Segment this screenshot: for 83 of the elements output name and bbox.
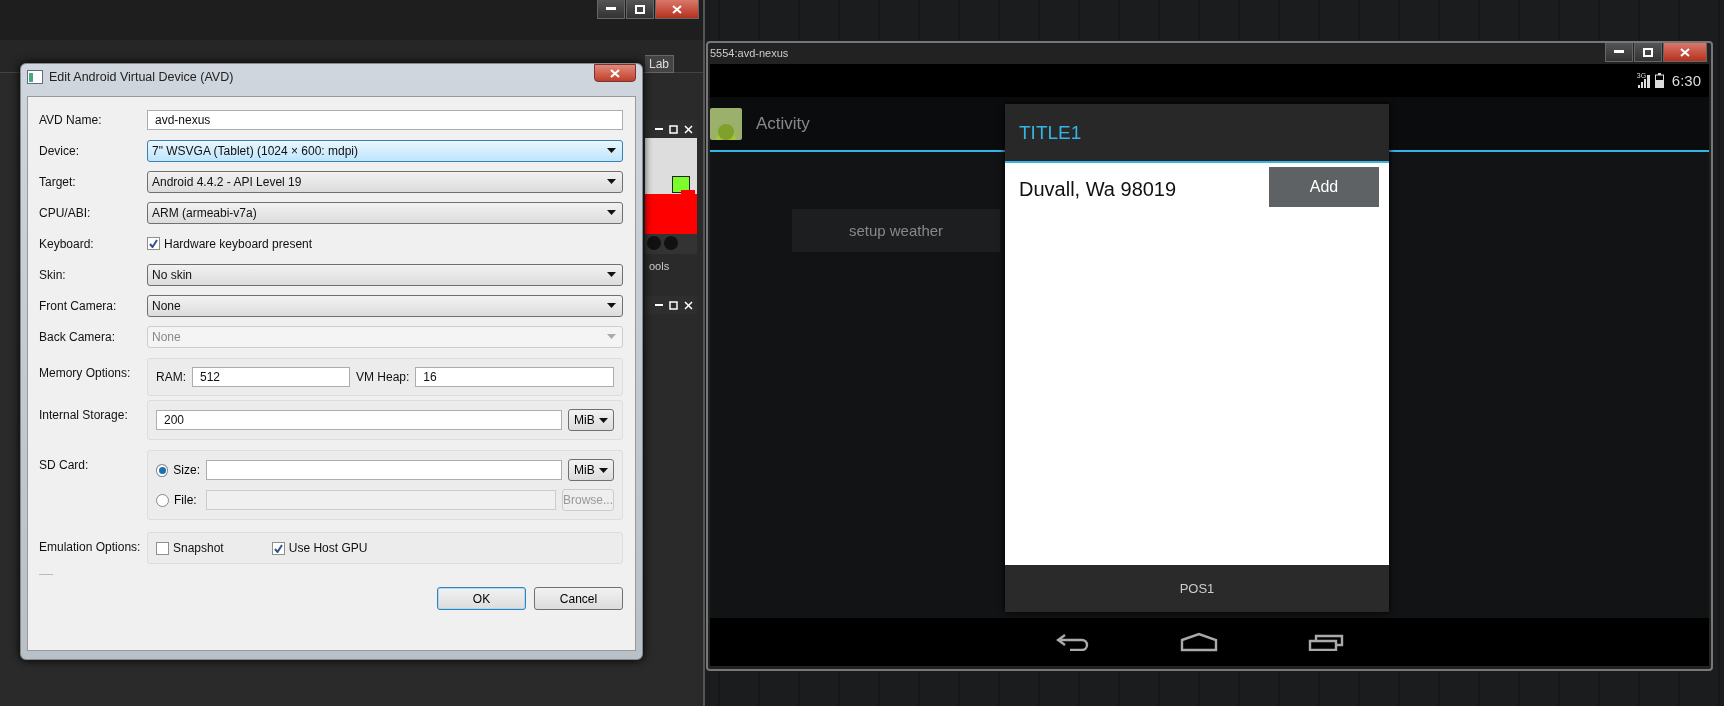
positive-button[interactable]: POS1 bbox=[1005, 565, 1389, 612]
minimize-button[interactable] bbox=[597, 0, 625, 19]
dropdown[interactable]: ARM (armeabi-v7a) bbox=[147, 201, 623, 224]
home-icon[interactable] bbox=[1180, 632, 1218, 652]
field-label: VM Heap: bbox=[356, 370, 410, 384]
field-label: Skin: bbox=[39, 267, 67, 282]
field-label: AVD Name: bbox=[39, 112, 103, 127]
battery-icon bbox=[1654, 73, 1664, 88]
dropdown[interactable]: No skin bbox=[147, 263, 623, 286]
checkbox[interactable]: Use Host GPU bbox=[271, 541, 368, 555]
color-preview bbox=[645, 194, 697, 234]
close-icon bbox=[672, 4, 682, 14]
close-button[interactable] bbox=[594, 64, 636, 82]
heap-field[interactable]: 16 bbox=[415, 367, 614, 387]
checkmark-icon bbox=[149, 239, 158, 248]
field-label: Keyboard: bbox=[39, 236, 95, 251]
checkmark-icon bbox=[273, 543, 283, 553]
dialog-button[interactable]: Cancel bbox=[534, 587, 623, 610]
dialog-button[interactable]: OK bbox=[437, 587, 526, 610]
caret-icon bbox=[607, 334, 616, 339]
close-icon bbox=[1680, 47, 1690, 57]
maximize-icon[interactable] bbox=[669, 300, 678, 310]
maximize-button[interactable] bbox=[1634, 43, 1662, 62]
storage-field[interactable]: 200 bbox=[156, 410, 562, 430]
ram-field[interactable]: 512 bbox=[192, 367, 350, 387]
group-label: Emulation Options: bbox=[39, 539, 142, 554]
recents-icon[interactable] bbox=[1308, 633, 1344, 651]
maximize-icon[interactable] bbox=[669, 124, 678, 134]
minimize-button[interactable] bbox=[1605, 43, 1633, 62]
group-label: SD Card: bbox=[39, 457, 90, 472]
field-label: RAM: bbox=[156, 370, 186, 384]
panel-label: ools bbox=[648, 259, 670, 272]
setup-button[interactable]: setup weather bbox=[792, 209, 1000, 252]
unit-dropdown[interactable]: MiB bbox=[568, 409, 614, 431]
toolbar-button[interactable]: Lab bbox=[645, 55, 675, 73]
dropdown[interactable]: Android 4.4.2 - API Level 19 bbox=[147, 170, 623, 193]
color-swatches[interactable] bbox=[645, 138, 697, 194]
minimize-icon bbox=[606, 7, 616, 11]
screen-title: Activity bbox=[756, 113, 810, 134]
close-button[interactable] bbox=[655, 0, 699, 19]
dropdown[interactable]: 7" WSVGA (Tablet) (1024 × 600: mdpi) bbox=[147, 139, 623, 162]
close-button[interactable] bbox=[1663, 43, 1707, 62]
maximize-icon bbox=[635, 4, 645, 14]
caret-icon bbox=[599, 467, 608, 473]
radio-button[interactable]: File: bbox=[156, 493, 200, 507]
field-label: Back Camera: bbox=[39, 329, 117, 344]
field-label: Device: bbox=[39, 143, 80, 158]
checkbox[interactable]: Hardware keyboard present bbox=[147, 236, 313, 251]
window-title: 5554:avd-nexus bbox=[709, 46, 789, 59]
maximize-icon bbox=[1643, 47, 1653, 57]
size-field[interactable] bbox=[206, 460, 562, 480]
dropdown[interactable]: None bbox=[147, 294, 623, 317]
app-icon[interactable] bbox=[710, 107, 742, 140]
field-label: CPU/ABI: bbox=[39, 205, 92, 220]
minimize-icon bbox=[1614, 50, 1624, 54]
file-field[interactable] bbox=[206, 490, 556, 510]
unit-dropdown[interactable]: MiB bbox=[568, 459, 614, 481]
field-label: Front Camera: bbox=[39, 298, 118, 313]
window-title: Edit Android Virtual Device (AVD) bbox=[49, 70, 234, 84]
minimize-icon[interactable] bbox=[655, 127, 663, 131]
radio-button[interactable]: Size: bbox=[156, 463, 200, 477]
back-icon[interactable] bbox=[1056, 633, 1090, 651]
text-field[interactable]: avd-nexus bbox=[147, 109, 623, 130]
location-text: Duvall, Wa 98019 bbox=[1019, 178, 1177, 201]
minimize-icon[interactable] bbox=[655, 303, 663, 307]
close-icon[interactable] bbox=[684, 300, 693, 310]
maximize-button[interactable] bbox=[626, 0, 654, 19]
add-button[interactable]: Add bbox=[1269, 167, 1379, 207]
caret-icon bbox=[599, 417, 608, 423]
group-label: Internal Storage: bbox=[39, 407, 129, 422]
dialog-title: TITLE1 bbox=[1005, 104, 1389, 163]
close-icon bbox=[610, 68, 620, 78]
clock: 6:30 bbox=[1671, 72, 1701, 89]
caret-icon bbox=[607, 272, 616, 277]
caret-icon bbox=[607, 210, 616, 215]
caret-icon bbox=[607, 303, 616, 308]
checkbox[interactable]: Snapshot bbox=[156, 541, 224, 555]
caret-icon bbox=[607, 179, 616, 184]
window-icon bbox=[27, 70, 43, 84]
caret-icon bbox=[607, 148, 616, 153]
group-label: Memory Options: bbox=[39, 365, 132, 380]
close-icon[interactable] bbox=[684, 124, 693, 134]
field-label: Target: bbox=[39, 174, 77, 189]
